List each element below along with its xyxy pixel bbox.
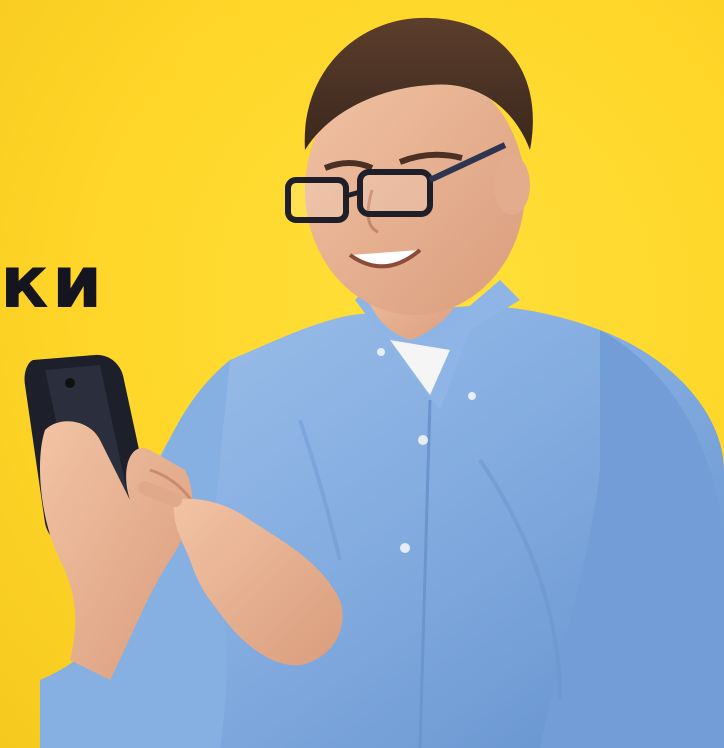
promo-banner: ки bbox=[0, 0, 724, 748]
head bbox=[304, 17, 533, 315]
man-with-phone-illustration bbox=[24, 17, 724, 748]
